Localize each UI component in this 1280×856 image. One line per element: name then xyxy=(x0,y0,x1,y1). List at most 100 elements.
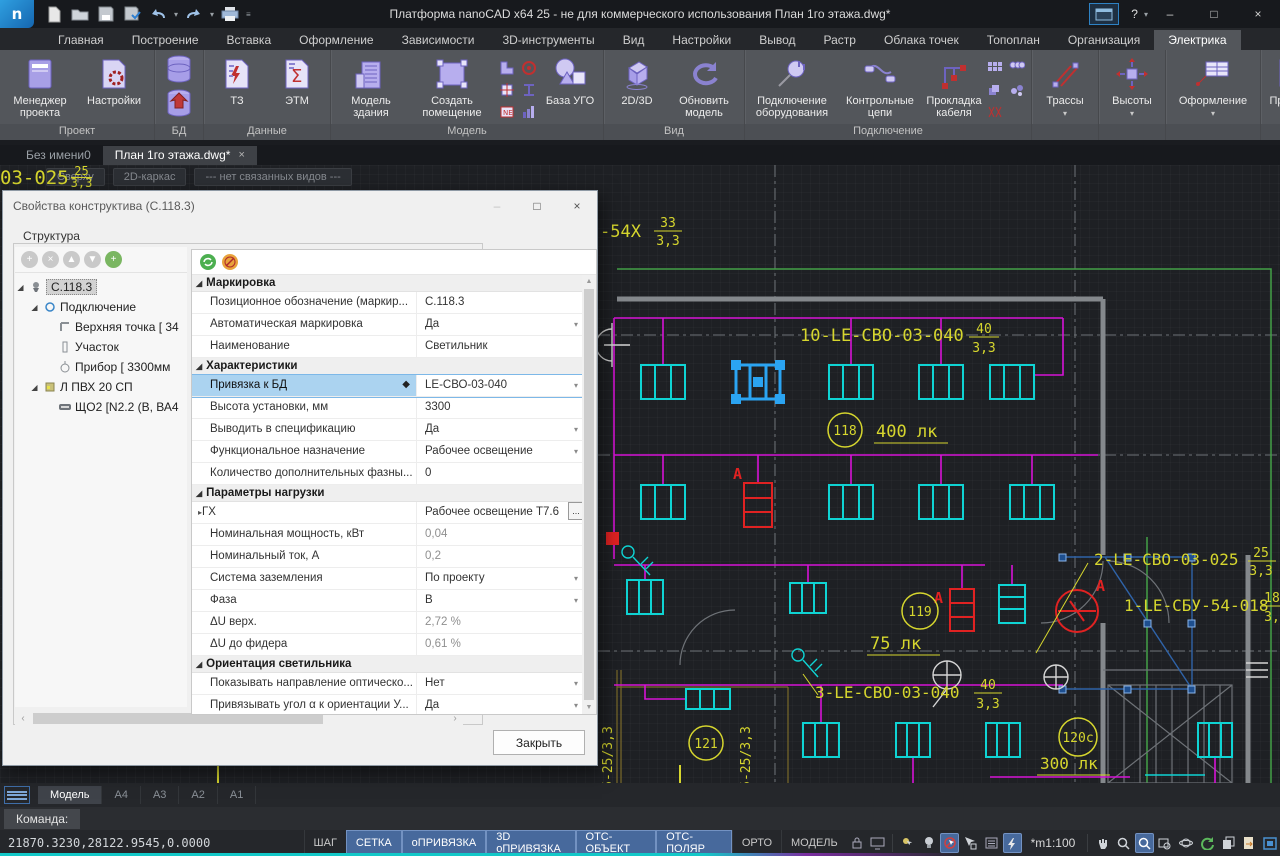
tab-topoplan[interactable]: Топоплан xyxy=(973,30,1054,50)
linked-views-button[interactable]: --- нет связанных видов --- xyxy=(194,168,351,186)
property-row[interactable]: Функциональное назначениеРабочее освещен… xyxy=(192,441,582,463)
maximize-button[interactable]: □ xyxy=(1192,0,1236,28)
tracks-button[interactable]: Трассы▾ xyxy=(1036,53,1094,123)
property-row[interactable]: ΔU верх.2,72 % xyxy=(192,612,582,634)
new-file-icon[interactable] xyxy=(44,4,64,24)
visual-style-button[interactable]: 2D-каркас xyxy=(113,168,187,186)
dialog-close-icon[interactable]: × xyxy=(557,191,597,221)
luminaire[interactable] xyxy=(896,723,930,757)
tab-glavnaya[interactable]: Главная xyxy=(44,30,118,50)
dialog-maximize-button[interactable]: □ xyxy=(517,191,557,221)
property-row-selected[interactable]: Привязка к БД◆ LE-СВО-03-040▾ xyxy=(192,375,582,397)
layout-tab-a1[interactable]: A1 xyxy=(218,786,256,804)
net-icon[interactable] xyxy=(985,102,1005,122)
selected-polyline[interactable] xyxy=(1059,554,1195,693)
pickbox-cursor-icon[interactable] xyxy=(961,833,980,853)
orbit-icon[interactable] xyxy=(1177,833,1196,853)
building-model-button[interactable]: Модель здания xyxy=(335,53,407,123)
layout-tab-model[interactable]: Модель xyxy=(38,786,102,804)
property-row[interactable]: Выводить в спецификациюДа▾ xyxy=(192,419,582,441)
db-base-button[interactable] xyxy=(159,53,199,85)
luminaire[interactable] xyxy=(919,485,963,519)
tz-button[interactable]: ТЗ xyxy=(208,53,266,123)
ugo-base-button[interactable]: База УГО xyxy=(541,53,599,123)
redo-icon[interactable] xyxy=(184,4,204,24)
tab-postroenie[interactable]: Построение xyxy=(118,30,213,50)
property-row[interactable]: Номинальный ток, А0,2 xyxy=(192,546,582,568)
heights-button[interactable]: Высоты▾ xyxy=(1103,53,1161,123)
viewport-lock-icon[interactable] xyxy=(848,833,867,853)
layout-list-icon[interactable] xyxy=(4,786,30,804)
tab-rastr[interactable]: Растр xyxy=(810,30,870,50)
tab-oblaka[interactable]: Облака точек xyxy=(870,30,973,50)
tree-node-connection[interactable]: ◢ Подключение xyxy=(15,297,187,317)
zoom-window-icon[interactable] xyxy=(1135,833,1154,853)
luminaire[interactable] xyxy=(627,580,663,614)
category-row[interactable]: ◢Ориентация светильника xyxy=(192,656,582,673)
red-luminaire[interactable] xyxy=(950,589,974,631)
tree-node-device[interactable]: Прибор [ 3300мм xyxy=(15,357,187,377)
layout-tab-a3[interactable]: A3 xyxy=(141,786,179,804)
properties-palette-icon[interactable] xyxy=(982,833,1001,853)
tab-zavisimosti[interactable]: Зависимости xyxy=(388,30,489,50)
tab-3d[interactable]: 3D-инструменты xyxy=(488,30,608,50)
category-row[interactable]: ◢Характеристики xyxy=(192,358,582,375)
annotation-monitor-icon[interactable] xyxy=(869,833,888,853)
property-row[interactable]: ФазаВ▾ xyxy=(192,590,582,612)
checks-button[interactable]: Проверки▾ xyxy=(1265,53,1280,123)
luminaire[interactable] xyxy=(986,723,1020,757)
print-icon[interactable] xyxy=(220,4,240,24)
scroll-thumb[interactable] xyxy=(584,289,594,700)
command-prompt[interactable]: Команда: xyxy=(4,809,80,829)
grid-vertical-scrollbar[interactable]: ▲▼ xyxy=(582,275,596,714)
tree-node-conduit[interactable]: ◢ Л ПВХ 20 СП xyxy=(15,377,187,397)
property-row[interactable]: Показывать направление оптическо...Нет▾ xyxy=(192,673,582,695)
save-icon[interactable] xyxy=(96,4,116,24)
export-sheet-icon[interactable] xyxy=(1239,833,1258,853)
tree-node-panel[interactable]: ЩО2 [N2.2 (В, ВА4 xyxy=(15,397,187,417)
etm-button[interactable]: Σ ЭТМ xyxy=(268,53,326,123)
luminaire[interactable] xyxy=(829,365,873,399)
project-settings-button[interactable]: Настройки xyxy=(78,53,150,123)
property-row[interactable]: Номинальная мощность, кВт0,04 xyxy=(192,524,582,546)
help-button[interactable]: ? xyxy=(1125,7,1144,21)
tab-nastroyki[interactable]: Настройки xyxy=(658,30,745,50)
undo-icon[interactable] xyxy=(148,4,168,24)
save-all-icon[interactable] xyxy=(122,4,142,24)
luminaire[interactable] xyxy=(641,365,685,399)
no-orientation-icon[interactable] xyxy=(222,254,238,270)
chart-element-icon[interactable] xyxy=(519,102,539,122)
app-window-icon[interactable] xyxy=(1089,3,1119,25)
fullscreen-icon[interactable] xyxy=(1260,833,1279,853)
tab-vstavka[interactable]: Вставка xyxy=(213,30,286,50)
beam-element-icon[interactable] xyxy=(519,80,539,100)
cluster-icon[interactable] xyxy=(1007,80,1027,100)
2d3d-button[interactable]: 2D/3D xyxy=(608,53,666,123)
axis-marker-icon[interactable] xyxy=(497,80,517,100)
zoom-object-icon[interactable] xyxy=(1156,833,1175,853)
layout-tab-a2[interactable]: A2 xyxy=(179,786,217,804)
red-luminaire[interactable] xyxy=(744,483,772,527)
property-row-gx[interactable]: ▸ГХ Рабочее освещение Т7.6▾ ... xyxy=(192,502,582,524)
luminaire[interactable] xyxy=(790,583,826,613)
luminaire[interactable] xyxy=(829,485,873,519)
tree-node-top-point[interactable]: Верхняя точка [ 34 xyxy=(15,317,187,337)
pan-icon[interactable] xyxy=(1093,833,1112,853)
luminaire[interactable] xyxy=(686,689,730,709)
property-row[interactable]: Автоматическая маркировкаДа▾ xyxy=(192,314,582,336)
decor-button[interactable]: Оформление▾ xyxy=(1170,53,1256,123)
bulb-icon[interactable] xyxy=(919,833,938,853)
zoom-icon[interactable] xyxy=(1114,833,1133,853)
command-bar[interactable]: Команда: xyxy=(0,807,1280,830)
regen-icon[interactable] xyxy=(1198,833,1217,853)
refresh-model-button[interactable]: Обновить модель xyxy=(668,53,740,123)
tree-add-db-icon[interactable]: + xyxy=(105,251,122,268)
tree-node-root[interactable]: ◢ С.118.3 xyxy=(15,277,187,297)
undo-dropdown-icon[interactable]: ▾ xyxy=(174,10,178,19)
tab-oformlenie[interactable]: Оформление xyxy=(285,30,387,50)
dynamic-input-icon[interactable] xyxy=(1003,833,1022,853)
group-lamps-icon[interactable] xyxy=(1007,58,1027,78)
property-row[interactable]: Система заземленияПо проекту▾ xyxy=(192,568,582,590)
toolbar-overflow-icon[interactable]: ≡ xyxy=(246,10,251,19)
ne-element-icon[interactable]: NE xyxy=(497,102,517,122)
